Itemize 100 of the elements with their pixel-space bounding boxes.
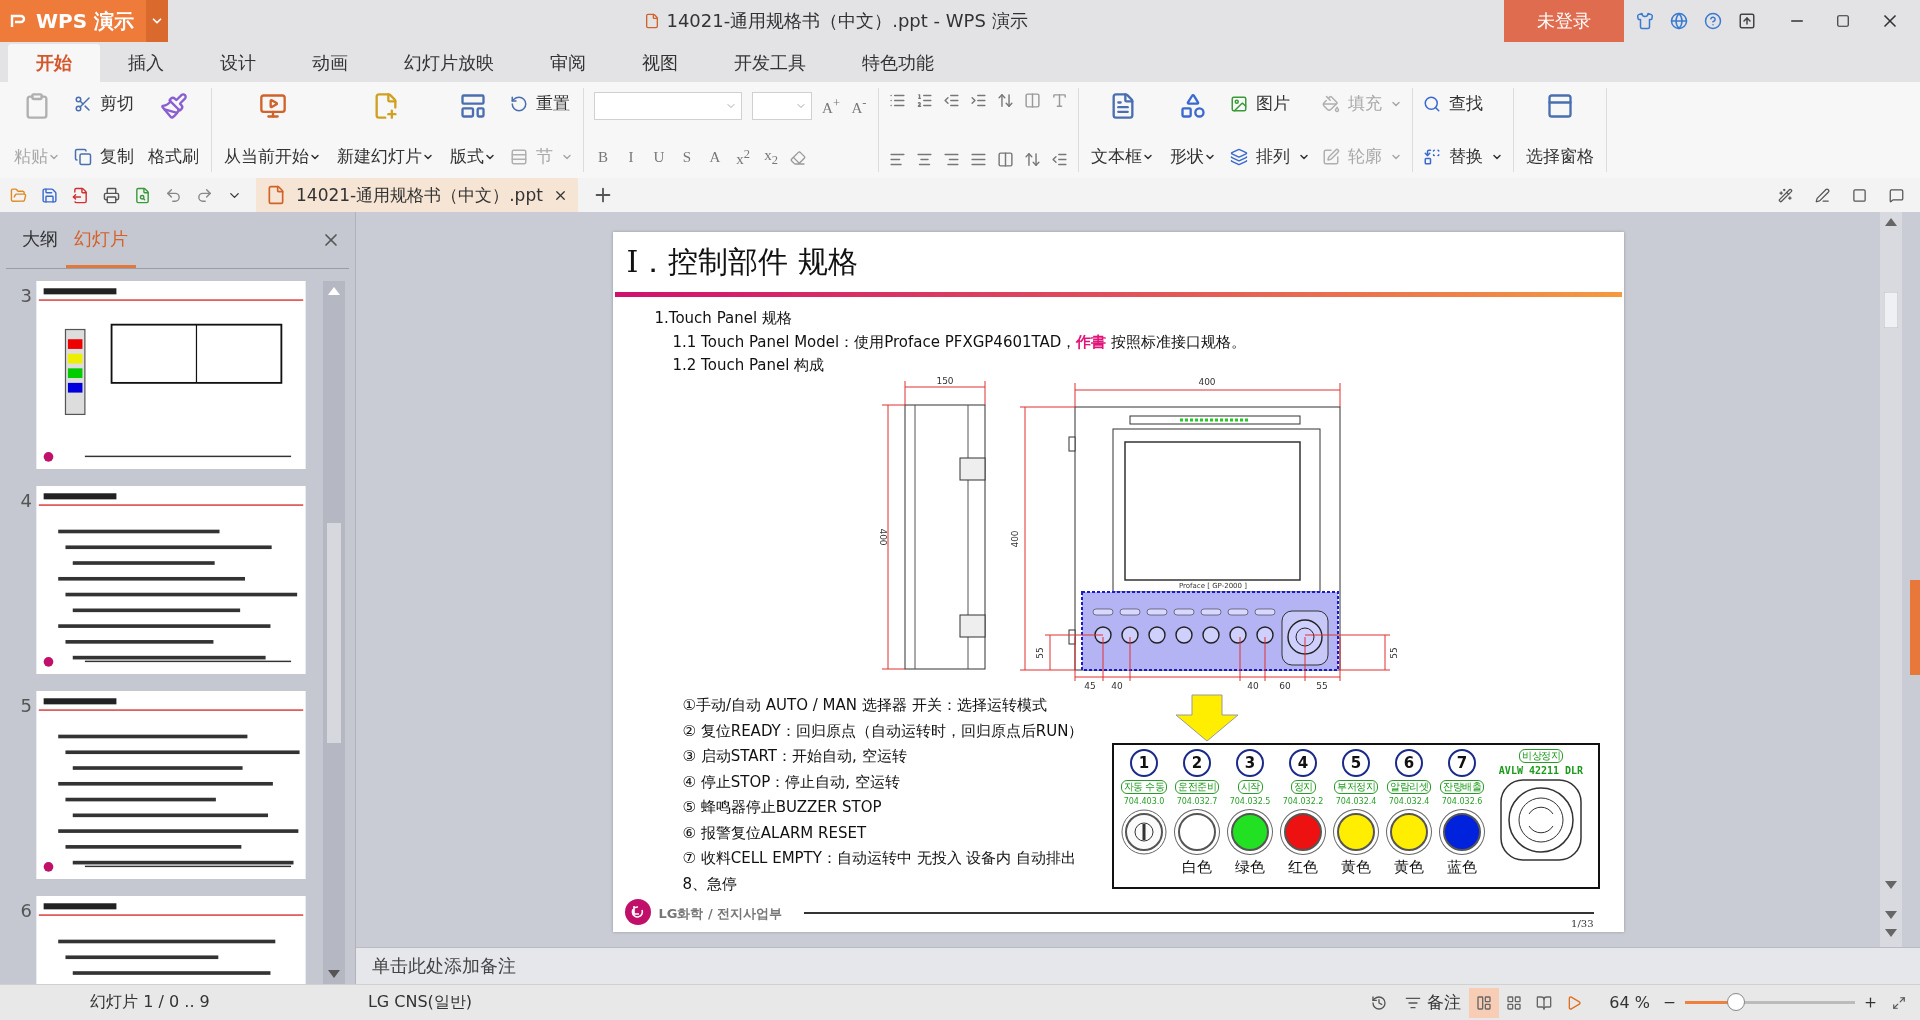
folder-icon[interactable]	[10, 186, 27, 204]
function-item: 8、急停	[682, 873, 738, 895]
align-left-icon[interactable]	[889, 151, 906, 168]
zoom-in-icon[interactable]	[1863, 995, 1878, 1010]
part-code: 704.032.7	[1176, 797, 1218, 806]
format-button[interactable]: U	[650, 149, 668, 166]
menu-tab[interactable]: 设计	[192, 44, 284, 82]
ribbon-button[interactable]: 剪切	[74, 92, 134, 115]
notes-placeholder[interactable]: 单击此处添加备注	[372, 954, 516, 978]
ribbon-button[interactable]: 形状	[1168, 90, 1218, 170]
ribbon-button[interactable]: 版式	[448, 90, 498, 170]
format-button[interactable]: x$_{2}$	[762, 147, 780, 168]
menu-tab[interactable]: 视图	[614, 44, 706, 82]
replace-icon	[1423, 147, 1441, 166]
ribbon-button[interactable]: 文本框	[1089, 90, 1156, 170]
menu-tab[interactable]: 开发工具	[706, 44, 834, 82]
ribbon-button[interactable]: 新建幻灯片	[335, 90, 436, 170]
search-icon	[1423, 94, 1441, 113]
button-label: 정지	[1290, 780, 1316, 794]
scroll-bar[interactable]	[1880, 212, 1902, 947]
scroll-down-icon[interactable]	[328, 970, 340, 978]
ribbon-button[interactable]: 替换	[1423, 145, 1503, 168]
line-spacing-icon[interactable]	[1024, 151, 1041, 168]
dimension-label: 150	[935, 376, 954, 386]
ribbon-button[interactable]: 排列	[1230, 145, 1310, 168]
menu-tab[interactable]: 动画	[284, 44, 376, 82]
ribbon-button[interactable]: 重置	[510, 92, 573, 115]
menu-tab[interactable]: 幻灯片放映	[376, 44, 522, 82]
bullet-list-icon[interactable]	[889, 92, 906, 109]
align-right-icon[interactable]	[943, 151, 960, 168]
slide-thumbnail[interactable]	[36, 281, 306, 469]
dimension-label: 55	[1315, 681, 1328, 691]
save-icon[interactable]	[41, 186, 58, 204]
ribbon-button[interactable]: 图片	[1230, 92, 1310, 115]
distribute-icon[interactable]	[997, 151, 1014, 168]
shapes-icon	[1179, 92, 1207, 120]
indent-increase-icon[interactable]	[970, 92, 987, 109]
notes-button[interactable]: 备注	[1397, 991, 1470, 1014]
shrink-font-button[interactable]: A$^{-}$	[850, 95, 868, 117]
indent-decrease-icon[interactable]	[943, 92, 960, 109]
font-size-field[interactable]	[752, 92, 812, 120]
preview-icon[interactable]	[134, 186, 151, 204]
button-label: 시작	[1237, 780, 1263, 794]
shirt-icon[interactable]	[1636, 12, 1654, 30]
scroll-up-icon[interactable]	[1885, 218, 1897, 226]
columns-icon[interactable]	[1024, 92, 1041, 109]
function-item: ⑥ 报警复位ALARM RESET	[682, 822, 867, 844]
justify-icon[interactable]	[970, 151, 987, 168]
menu-tab[interactable]: 开始	[8, 44, 100, 82]
menu-tab[interactable]: 特色功能	[834, 44, 962, 82]
view-button[interactable]	[1469, 987, 1500, 1018]
ribbon-button[interactable]: 选择窗格	[1524, 90, 1596, 170]
numbered-list-icon[interactable]	[916, 92, 933, 109]
pen-icon[interactable]	[1815, 187, 1830, 203]
ribbon-button[interactable]: 查找	[1423, 92, 1503, 115]
button-label: 알람리셋	[1387, 780, 1431, 794]
scroll-thumb[interactable]	[1884, 292, 1898, 328]
menu-tab[interactable]: 插入	[100, 44, 192, 82]
fit-window-icon[interactable]	[1892, 995, 1906, 1010]
format-button[interactable]: x$^{2}$	[734, 147, 752, 168]
ribbon-button[interactable]: 格式刷	[146, 90, 201, 170]
text-align-icon[interactable]	[1051, 92, 1068, 109]
text-direction-icon[interactable]	[997, 92, 1014, 109]
format-button[interactable]: I	[622, 149, 640, 166]
scroll-thumb[interactable]	[327, 522, 341, 743]
zoom-thumb[interactable]	[1727, 992, 1745, 1011]
help-icon[interactable]	[1704, 12, 1722, 30]
color-name: 蓝色	[1447, 858, 1477, 877]
maximize-icon[interactable]	[1836, 14, 1850, 28]
upload-icon[interactable]	[1738, 12, 1756, 30]
slide-thumbnail[interactable]	[36, 486, 306, 674]
format-button[interactable]: S	[678, 149, 696, 166]
spacing-icon[interactable]	[1051, 151, 1068, 168]
history-icon[interactable]	[1371, 994, 1388, 1011]
eraser-icon[interactable]	[790, 149, 806, 166]
slideshow-icon	[1566, 994, 1583, 1011]
theme-name: LG CNS(일반)	[366, 992, 474, 1013]
ribbon-button[interactable]: 从当前开始	[222, 90, 323, 170]
part-code: 704.032.5	[1229, 797, 1271, 806]
square-icon[interactable]	[1852, 187, 1867, 203]
wand-icon[interactable]	[1778, 187, 1793, 203]
menu-tab[interactable]: 审阅	[522, 44, 614, 82]
reset-icon	[510, 94, 528, 113]
grow-font-button[interactable]: A$^{+}$	[822, 95, 840, 117]
panel-tab[interactable]: 大纲	[14, 212, 66, 268]
slide-thumbnail[interactable]	[36, 691, 306, 879]
redo-icon[interactable]	[196, 186, 213, 204]
monitor-play-icon	[258, 92, 287, 120]
align-center-icon[interactable]	[916, 151, 933, 168]
comment-icon[interactable]	[1889, 187, 1904, 203]
ribbon-button[interactable]: 复制	[74, 145, 134, 168]
scroll-bar[interactable]	[323, 281, 345, 984]
document-tab[interactable]: 14021-通用规格书（中文）.ppt	[256, 178, 578, 212]
format-button[interactable]: B	[594, 149, 612, 166]
globe-icon[interactable]	[1670, 12, 1688, 30]
print-icon[interactable]	[103, 186, 120, 204]
format-button[interactable]: A	[706, 149, 724, 166]
font-name-field[interactable]	[594, 92, 742, 120]
export-pdf-icon[interactable]	[72, 186, 89, 204]
undo-icon[interactable]	[165, 186, 182, 204]
